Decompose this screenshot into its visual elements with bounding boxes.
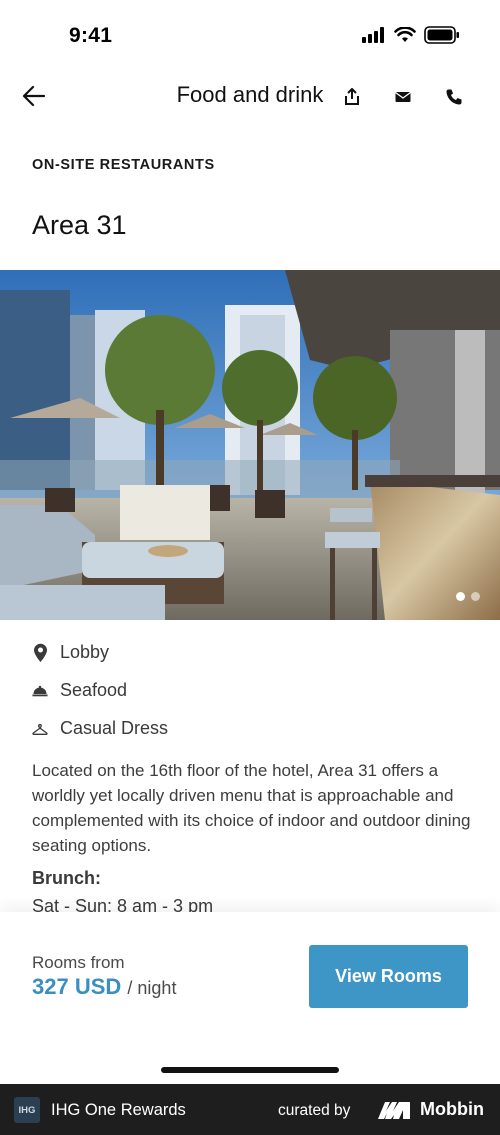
status-time: 9:41: [69, 24, 113, 47]
mail-icon: [395, 91, 411, 102]
share-icon: [345, 88, 359, 105]
dress-code-text: Casual Dress: [60, 718, 169, 738]
map-pin-icon: [32, 643, 48, 663]
location-row: Lobby: [32, 642, 109, 663]
share-button[interactable]: [339, 84, 365, 110]
curated-by-label: curated by: [278, 1102, 351, 1119]
footer-app-name: IHG One Rewards: [51, 1101, 186, 1119]
mobbin-logo-icon: [378, 1102, 410, 1119]
signal-icon: [362, 27, 384, 43]
hanger-icon: [32, 719, 48, 739]
wifi-icon: [394, 27, 416, 42]
brunch-label: Brunch:: [32, 868, 101, 888]
cuisine-row: Seafood: [32, 680, 127, 701]
home-indicator[interactable]: [161, 1067, 339, 1073]
carousel-dot-active[interactable]: [456, 592, 465, 601]
section-label: ON-SITE RESTAURANTS: [32, 157, 215, 173]
restaurant-photo-carousel[interactable]: [0, 270, 500, 620]
battery-icon: [424, 26, 459, 44]
status-icons: [362, 26, 460, 44]
carousel-dot[interactable]: [471, 592, 480, 601]
cloche-icon: [32, 681, 48, 701]
cuisine-text: Seafood: [60, 680, 128, 700]
email-button[interactable]: [390, 84, 416, 110]
restaurant-description: Located on the 16th floor of the hotel, …: [32, 761, 471, 855]
page-title: Food and drink: [176, 82, 324, 107]
rooms-from-label: Rooms from: [32, 953, 125, 972]
view-rooms-button[interactable]: View Rooms: [309, 945, 468, 1008]
price-value: 327 USD: [32, 974, 122, 999]
per-night-label: / night: [127, 978, 177, 998]
app-badge: IHG: [14, 1097, 40, 1123]
restaurant-name: Area 31: [32, 210, 127, 240]
restaurant-photo: [0, 270, 500, 620]
carousel-dots: [456, 592, 480, 601]
price: 327 USD / night: [32, 974, 176, 1000]
brand-name: Mobbin: [420, 1099, 484, 1119]
call-button[interactable]: [441, 84, 467, 110]
location-text: Lobby: [60, 642, 110, 662]
dress-code-row: Casual Dress: [32, 718, 168, 739]
phone-icon: [446, 89, 462, 105]
